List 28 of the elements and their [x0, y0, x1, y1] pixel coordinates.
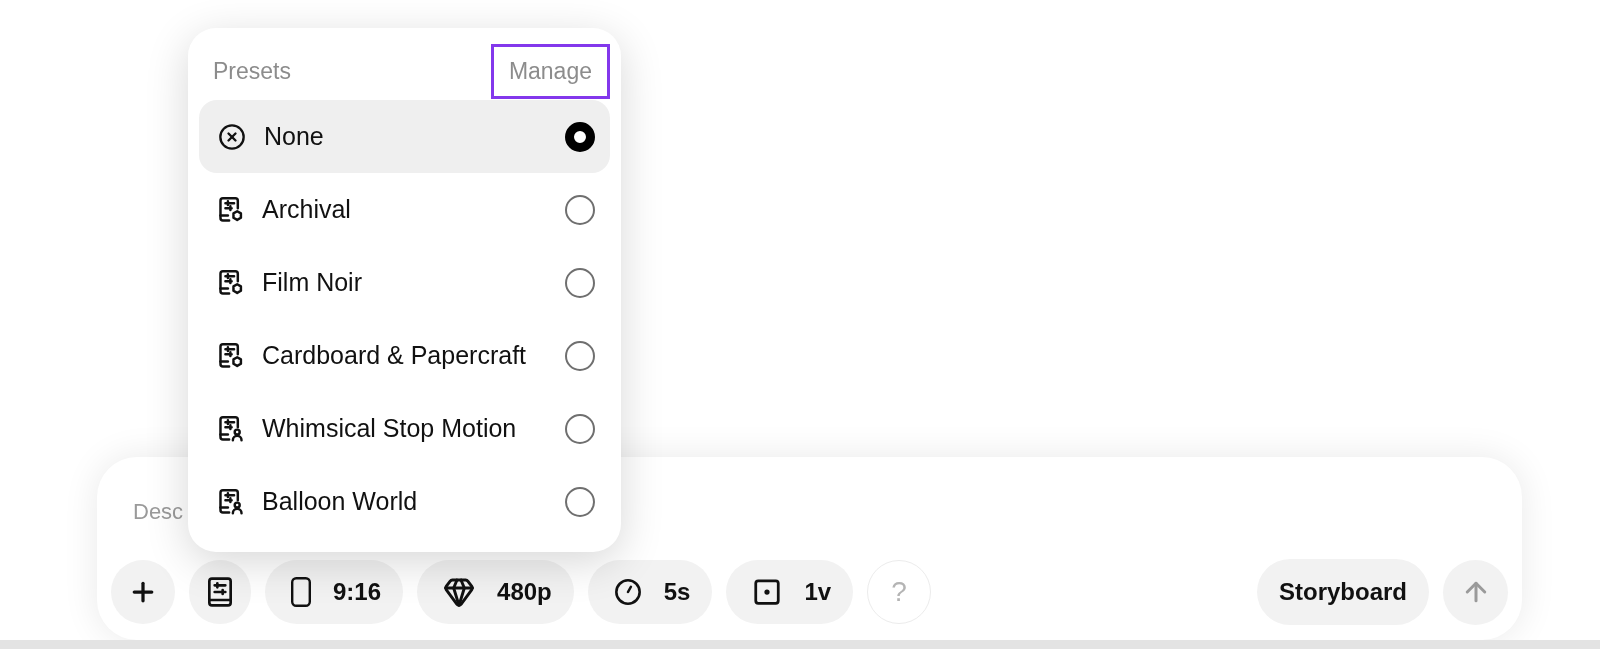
preset-option[interactable]: Archival	[199, 173, 610, 246]
radio-button[interactable]	[565, 194, 595, 225]
radio-button[interactable]	[565, 340, 595, 371]
radio-button[interactable]	[565, 486, 595, 517]
menu-title: Presets	[212, 57, 291, 87]
storyboard-button[interactable]: Storyboard	[1257, 559, 1429, 625]
preset-option[interactable]: Balloon World	[199, 465, 610, 538]
notebook-sliders-icon	[208, 577, 232, 607]
document-hexagon-icon	[218, 196, 244, 223]
preset-option[interactable]: Whimsical Stop Motion	[199, 392, 610, 465]
circle-x-icon	[218, 122, 246, 151]
radio-button[interactable]	[565, 121, 595, 152]
radio-button[interactable]	[565, 267, 595, 298]
aspect-ratio-button[interactable]: 9:16	[265, 560, 404, 624]
portrait-rectangle-icon	[291, 577, 311, 607]
preset-option[interactable]: Cardboard & Papercraft	[199, 319, 610, 392]
preset-option[interactable]: Film Noir	[199, 246, 610, 319]
document-hexagon-icon	[218, 269, 244, 296]
document-person-icon	[218, 415, 244, 442]
document-person-icon	[218, 488, 244, 515]
variations-button[interactable]: 1v	[726, 560, 854, 624]
duration-button[interactable]: 5s	[587, 560, 713, 624]
timer-icon	[613, 578, 642, 606]
document-hexagon-icon	[218, 342, 244, 369]
radio-button[interactable]	[565, 413, 595, 444]
preset-option[interactable]: None	[199, 100, 610, 173]
gem-icon	[443, 576, 476, 608]
resolution-button[interactable]: 480p	[417, 560, 574, 624]
